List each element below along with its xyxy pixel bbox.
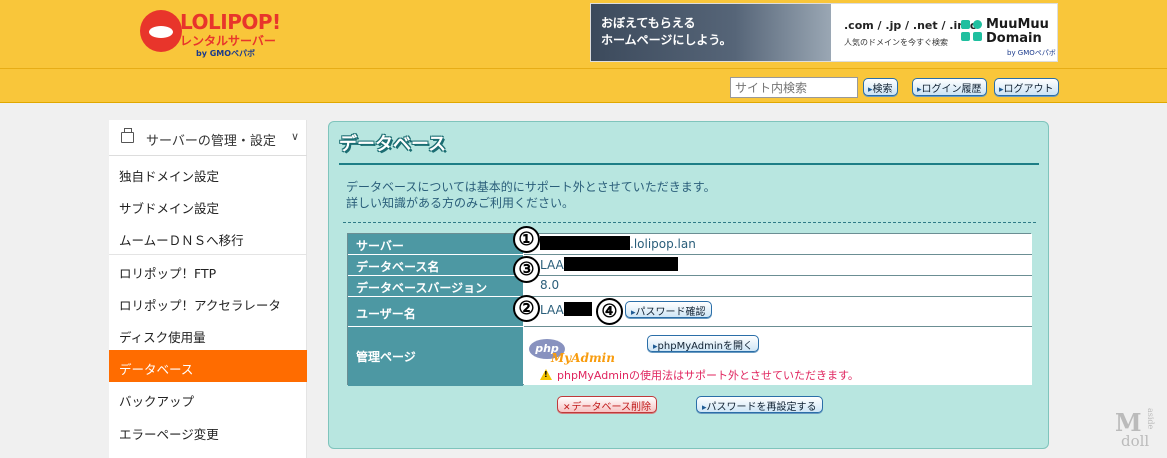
watermark-doll: doll	[1121, 432, 1150, 450]
site-search-input[interactable]	[730, 77, 858, 98]
row-label-database-version: データベースバージョン	[348, 276, 523, 297]
sidebar-item-database[interactable]: データベース	[109, 350, 307, 382]
server-icon	[121, 128, 134, 143]
redacted-block	[563, 257, 678, 271]
sidebar-section-label: サーバーの管理・設定	[146, 134, 276, 149]
open-phpmyadmin-button[interactable]: phpMyAdminを開く	[647, 335, 759, 352]
muumuu-logo-icon	[961, 20, 983, 42]
banner-tagline: 人気のドメインを今すぐ検索	[844, 38, 948, 47]
sidebar-item-custom-domain[interactable]: 独自ドメイン設定	[109, 157, 307, 189]
muumuu-brand: MuuMuu Domain	[986, 17, 1049, 46]
sidebar: サーバーの管理・設定 ∨ 独自ドメイン設定 サブドメイン設定 ムームーＤＮＳへ移…	[109, 120, 307, 458]
banner-photo: おぼえてもらえる ホームページにしよう。	[591, 4, 831, 61]
sidebar-item-subdomain[interactable]: サブドメイン設定	[109, 189, 307, 221]
sidebar-item-disk-usage[interactable]: ディスク使用量	[109, 318, 307, 350]
redacted-block	[563, 302, 592, 316]
banner-line2: ホームページにしよう。	[601, 33, 732, 47]
header-divider	[0, 68, 1167, 69]
phpmyadmin-warning: ! phpMyAdminの使用法はサポート外とさせていただきます。	[540, 367, 859, 383]
server-value: .lolipop.lan	[524, 234, 1032, 255]
row-label-database-name: データベース名	[348, 255, 523, 276]
logo-subtitle: レンタルサーバー	[180, 34, 276, 48]
database-version-value: 8.0	[524, 276, 1032, 297]
title-divider	[339, 163, 1039, 165]
row-label-admin-page: 管理ページ	[348, 327, 523, 386]
search-button[interactable]: 検索	[863, 78, 898, 96]
reset-password-button[interactable]: パスワードを再設定する	[696, 396, 823, 413]
annotation-marker-1: ①	[513, 226, 540, 253]
watermark-aside: aside	[1146, 408, 1155, 430]
redacted-block	[540, 236, 630, 250]
logout-button[interactable]: ログアウト	[994, 78, 1059, 96]
sidebar-section-server-settings[interactable]: サーバーの管理・設定 ∨	[109, 120, 307, 156]
chevron-down-icon: ∨	[291, 130, 300, 143]
logo-by-gmo: by GMOペパボ	[196, 49, 256, 58]
sidebar-item-error-page[interactable]: エラーページ変更	[109, 415, 307, 447]
lolipop-logo[interactable]: LOLIPOP! レンタルサーバー by GMOペパボ	[140, 8, 281, 58]
login-history-button[interactable]: ログイン履歴	[912, 78, 987, 96]
muumuu-domain-banner[interactable]: おぼえてもらえる ホームページにしよう。 .com / .jp / .net /…	[590, 3, 1058, 62]
page-title: データベース	[339, 134, 447, 155]
annotation-marker-4: ④	[596, 298, 623, 325]
banner-extensions: .com / .jp / .net / .info	[844, 19, 978, 32]
annotation-marker-2: ②	[513, 295, 540, 322]
dashed-divider	[343, 222, 1036, 223]
warning-icon: !	[540, 369, 552, 380]
phpmyadmin-logo-icon: php MyAdmin	[529, 337, 624, 367]
sidebar-item-backup[interactable]: バックアップ	[109, 382, 307, 414]
database-panel: データベース データベースについては基本的にサポート外とさせていただきます。 詳…	[328, 121, 1049, 449]
password-confirm-button[interactable]: パスワード確認	[625, 301, 712, 318]
logo-text: LOLIPOP!	[180, 10, 281, 34]
annotation-marker-3: ③	[513, 256, 540, 283]
intro-text: データベースについては基本的にサポート外とさせていただきます。 詳しい知識がある…	[346, 180, 716, 210]
row-label-server: サーバー	[348, 234, 523, 255]
lolipop-logo-mark-icon	[140, 10, 182, 52]
delete-database-button[interactable]: データベース削除	[557, 396, 658, 413]
muumuu-by: by GMOペパボ	[1007, 49, 1056, 57]
database-name-value: LAA	[524, 255, 1032, 276]
sidebar-item-accelerator[interactable]: ロリポップ！アクセラレータ	[109, 286, 307, 318]
row-label-username: ユーザー名	[348, 297, 523, 327]
sidebar-item-muumuu-dns[interactable]: ムームーＤＮＳへ移行	[109, 221, 307, 253]
banner-line1: おぼえてもらえる	[601, 16, 696, 30]
site-header: LOLIPOP! レンタルサーバー by GMOペパボ おぼえてもらえる ホーム…	[0, 0, 1167, 103]
sidebar-item-ftp[interactable]: ロリポップ！FTP	[109, 254, 307, 286]
